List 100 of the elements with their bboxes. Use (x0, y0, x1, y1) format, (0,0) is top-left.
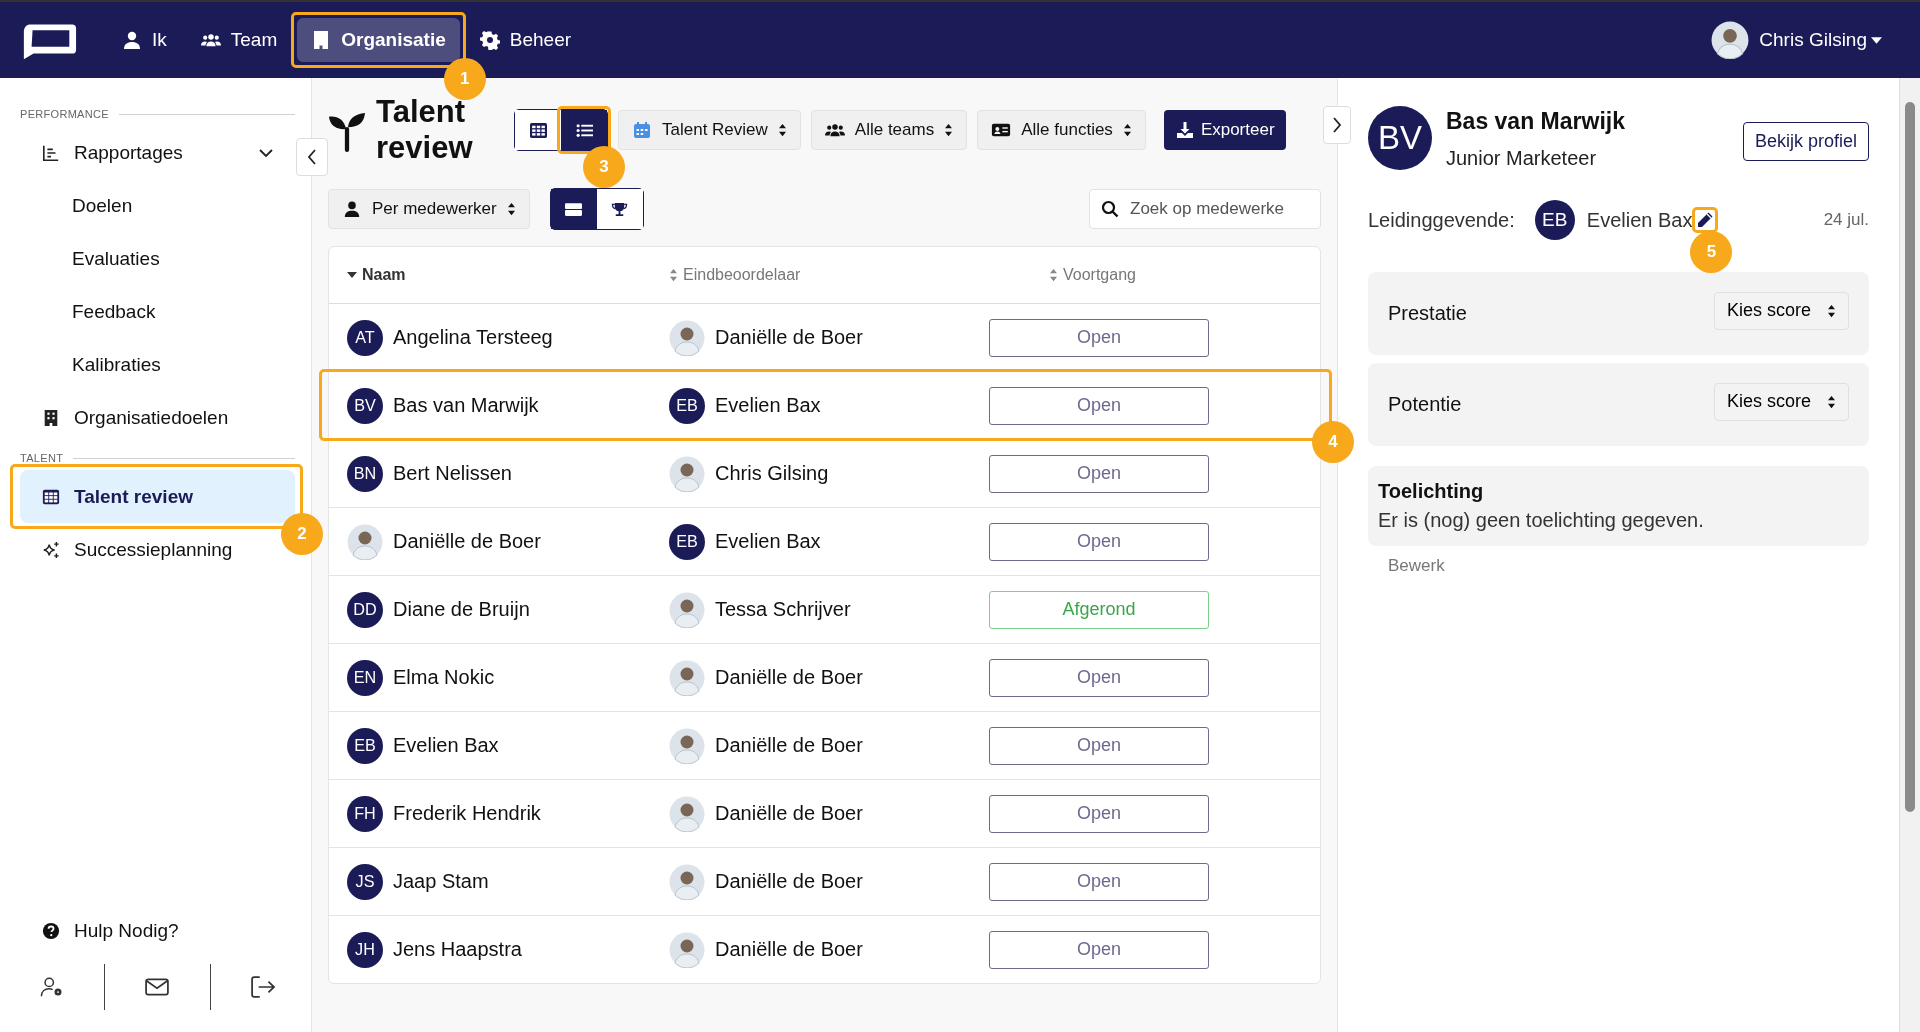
status-button[interactable]: Open (989, 318, 1209, 357)
avatar: BV (347, 387, 383, 424)
view-profile-button[interactable]: Bekijk profiel (1742, 122, 1869, 161)
avatar: BN (347, 455, 383, 492)
settings-icon (479, 30, 500, 50)
column-header[interactable]: Eindbeoordelaar (669, 266, 801, 284)
grouping-dropdown[interactable]: Per medewerker (328, 189, 530, 229)
avatar: BV (1368, 106, 1432, 170)
status-button[interactable]: Open (989, 454, 1209, 493)
avatar: JS (347, 863, 383, 900)
score-label: Prestatie (1388, 302, 1467, 325)
rows-icon (565, 201, 583, 217)
status-button[interactable]: Open (989, 930, 1209, 969)
export-button[interactable]: Exporteer (1163, 110, 1286, 150)
help-link[interactable]: Hulp Nodig? (20, 920, 295, 942)
score-dropdown[interactable]: Kies score (1713, 291, 1849, 330)
search-icon (1101, 200, 1119, 218)
reviewer-name: Daniëlle de Boer (715, 802, 863, 825)
reviewer-name: Daniëlle de Boer (715, 734, 863, 757)
avatar: EB (669, 523, 705, 560)
employee-name: Angelina Tersteeg (393, 326, 553, 349)
step-badge: 4 (1312, 421, 1354, 463)
column-header[interactable]: Voortgang (1049, 266, 1136, 284)
avatar-icon (669, 931, 705, 968)
sidebar-item[interactable]: Kalibraties (20, 338, 183, 391)
job-title: Junior Marketeer (1446, 147, 1598, 170)
mail-icon[interactable] (145, 976, 170, 998)
filter-dropdown[interactable]: Alle functies (977, 110, 1146, 150)
sort-arrows-icon (1827, 394, 1836, 409)
sidebar-item[interactable]: Rapportages (20, 126, 295, 179)
status-button[interactable]: Open (989, 658, 1209, 697)
avatar-icon (1711, 21, 1750, 59)
section-heading: PERFORMANCE (20, 108, 109, 120)
grid-view-button[interactable] (515, 110, 561, 150)
status-button[interactable]: Open (989, 522, 1209, 561)
ranking-view-button[interactable] (596, 189, 643, 229)
list-view-button[interactable] (561, 110, 607, 150)
avatar-icon (669, 319, 705, 356)
sparkle-icon (42, 540, 60, 559)
edit-link[interactable]: Bewerk (1388, 556, 1849, 576)
employee-name: Bas van Marwijk (393, 394, 539, 417)
avatar-icon (669, 863, 705, 900)
rows-view-button[interactable] (550, 189, 597, 229)
pencil-icon[interactable] (1696, 211, 1715, 229)
status-button[interactable]: Open (989, 386, 1209, 425)
avatar: EN (347, 659, 383, 696)
trophy-icon (611, 201, 629, 217)
reviewer-name: Daniëlle de Boer (715, 938, 863, 961)
status-button[interactable]: Open (989, 862, 1209, 901)
logout-icon[interactable] (250, 976, 275, 998)
manager-label: Leidinggevende: (1368, 208, 1515, 232)
sidebar-item[interactable]: Feedback (20, 285, 178, 338)
avatar: EB (669, 387, 705, 424)
filter-dropdown[interactable]: Alle teams (810, 110, 968, 150)
nav-tab[interactable]: Organisatie (297, 18, 460, 62)
expand-panel-button[interactable] (1323, 106, 1351, 144)
employee-name: Jaap Stam (393, 870, 489, 893)
grid-icon (529, 122, 547, 138)
sidebar-item[interactable]: Organisatiedoelen (20, 391, 251, 444)
list-icon (575, 122, 593, 138)
user-menu[interactable]: Chris Gilsing (1759, 29, 1882, 51)
avatar: EB (1534, 200, 1575, 240)
download-icon (1174, 121, 1195, 139)
sort-arrows-icon (1049, 268, 1058, 282)
sidebar-item[interactable]: Evaluaties (20, 232, 182, 285)
sort-arrows-icon (1122, 123, 1132, 137)
table-icon (42, 487, 60, 506)
comment-text: Er is (nog) geen toelichting gegeven. (1378, 509, 1705, 532)
employee-name: Bert Nelissen (393, 462, 512, 485)
employee-name: Bas van Marwijk (1446, 108, 1625, 135)
sidebar-item[interactable]: Doelen (20, 179, 155, 232)
search-field[interactable]: Zoek op medewerke (1089, 189, 1321, 229)
calendar-icon (632, 121, 652, 139)
status-button[interactable]: Open (989, 726, 1209, 765)
sort-arrows-icon (506, 202, 516, 216)
comment-title: Toelichting (1378, 480, 1485, 503)
avatar: JH (347, 931, 383, 968)
sort-arrows-icon (944, 123, 954, 137)
chevron-left-icon (307, 149, 317, 165)
employee-name: Elma Nokic (393, 666, 495, 689)
score-dropdown[interactable]: Kies score (1713, 382, 1849, 421)
status-button[interactable]: Open (989, 794, 1209, 833)
collapse-sidebar-button[interactable] (296, 138, 328, 176)
nav-tab[interactable]: Team (186, 18, 292, 62)
chevron-right-icon (1332, 117, 1342, 133)
nav-tab[interactable]: Ik (108, 18, 181, 62)
avatar-icon (669, 591, 705, 628)
help-icon (42, 922, 60, 940)
avatar-icon (669, 795, 705, 832)
scrollbar[interactable] (1899, 78, 1920, 1032)
column-header[interactable]: Naam (347, 266, 406, 284)
sort-arrows-icon (1827, 303, 1836, 318)
sidebar-item[interactable]: Talent review (20, 470, 295, 523)
avatar: AT (347, 319, 383, 356)
reviewer-name: Evelien Bax (715, 530, 821, 553)
filter-dropdown[interactable]: Talent Review (618, 110, 801, 150)
sidebar-item[interactable]: Successieplanning (20, 523, 255, 576)
employee-name: Daniëlle de Boer (393, 530, 541, 553)
manager-name: Evelien Bax (1586, 208, 1693, 232)
chart-icon (42, 143, 60, 162)
